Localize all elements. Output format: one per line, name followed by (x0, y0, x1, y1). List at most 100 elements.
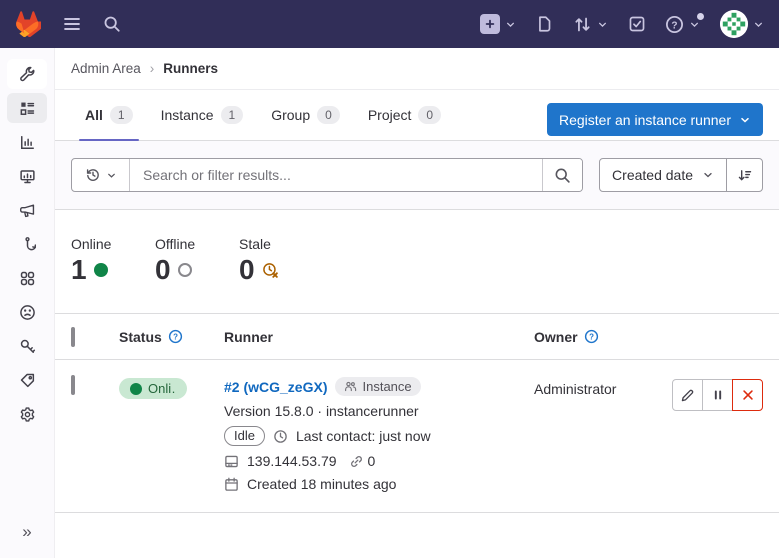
header-status: Status (119, 329, 162, 345)
sidebar-item-system-hooks[interactable] (7, 229, 47, 259)
sort-field-label: Created date (612, 167, 693, 183)
tab-instance[interactable]: Instance 1 (147, 90, 258, 140)
notification-dot (697, 13, 704, 20)
people-icon (344, 380, 357, 393)
sidebar-item-analytics[interactable] (7, 127, 47, 157)
search-icon (554, 167, 571, 184)
tab-count-badge: 0 (317, 106, 340, 124)
runner-type-label: Instance (362, 379, 411, 394)
delete-runner-button[interactable] (732, 379, 763, 411)
runner-table-row: Onli… #2 (wCG_zeGX) Instance Version 15 (55, 360, 779, 513)
chevron-down-icon (596, 18, 609, 31)
sort-direction-button[interactable] (726, 158, 763, 192)
chevron-down-icon (752, 18, 765, 31)
runner-type-badge: Instance (335, 377, 420, 396)
labels-icon (19, 372, 36, 389)
runner-type-tabs: All 1 Instance 1 Group 0 Project 0 Regis… (55, 90, 779, 141)
search-input[interactable] (130, 159, 542, 191)
filter-bar: Created date (55, 141, 779, 210)
search-icon[interactable] (103, 15, 121, 33)
sidebar-item-settings[interactable] (7, 399, 47, 429)
hook-icon (19, 236, 36, 253)
breadcrumb-admin-area[interactable]: Admin Area (71, 61, 141, 76)
sidebar-item-overview[interactable] (7, 93, 47, 123)
expand-sidebar-chevrons[interactable]: » (22, 522, 31, 542)
chevron-down-icon (739, 114, 751, 126)
issues-icon[interactable] (536, 15, 554, 33)
stat-stale: Stale 0 (239, 236, 295, 285)
stat-value: 1 (71, 255, 87, 285)
runners-table-header: Status ? Runner Owner ? (55, 313, 779, 360)
filtered-search (71, 158, 583, 192)
row-checkbox[interactable] (71, 375, 75, 395)
select-all-checkbox[interactable] (71, 327, 75, 347)
stat-label: Online (71, 236, 127, 252)
pause-icon (711, 388, 725, 402)
runner-created-text: Created 18 minutes ago (247, 476, 396, 492)
menu-icon[interactable] (62, 14, 82, 34)
tab-group[interactable]: Group 0 (257, 90, 354, 140)
admin-sidebar: » (0, 48, 55, 558)
host-icon (224, 454, 239, 469)
runner-owner: Administrator (534, 377, 664, 397)
runner-ip-address: 139.144.53.79 (247, 453, 337, 469)
owner-help-icon[interactable]: ? (584, 329, 599, 344)
register-instance-runner-button[interactable]: Register an instance runner (547, 103, 763, 136)
chevron-down-icon (504, 18, 517, 31)
tab-label: Project (368, 107, 412, 123)
search-submit-button[interactable] (542, 159, 582, 191)
pause-runner-button[interactable] (702, 379, 733, 411)
overview-icon (19, 100, 36, 117)
analytics-icon (19, 134, 36, 151)
linked-projects-count: 0 (368, 453, 376, 469)
sort-descending-icon (737, 168, 752, 183)
breadcrumb-current: Runners (163, 61, 218, 76)
wrench-icon (19, 66, 36, 83)
tab-label: Group (271, 107, 310, 123)
help-menu-button[interactable]: ? (665, 15, 701, 34)
user-menu-button[interactable] (720, 10, 765, 38)
key-icon (19, 338, 36, 355)
sidebar-item-labels[interactable] (7, 365, 47, 395)
new-menu-button[interactable] (480, 14, 517, 34)
offline-ring-icon (178, 263, 192, 277)
runner-name-link[interactable]: #2 (wCG_zeGX) (224, 379, 327, 395)
sidebar-item-monitoring[interactable] (7, 161, 47, 191)
sidebar-item-admin-overview[interactable] (7, 59, 47, 89)
sidebar-item-messages[interactable] (7, 195, 47, 225)
applications-icon (19, 270, 36, 287)
search-history-dropdown[interactable] (72, 159, 130, 191)
status-help-icon[interactable]: ? (168, 329, 183, 344)
sidebar-item-applications[interactable] (7, 263, 47, 293)
svg-text:?: ? (671, 20, 677, 31)
sidebar-item-abuse-reports[interactable] (7, 297, 47, 327)
sidebar-item-credentials[interactable] (7, 331, 47, 361)
stale-clock-icon (262, 262, 279, 279)
merge-requests-button[interactable] (573, 15, 609, 34)
stat-offline: Offline 0 (155, 236, 211, 285)
gitlab-logo[interactable] (14, 11, 41, 37)
online-dot-icon (130, 383, 142, 395)
sort-field-dropdown[interactable]: Created date (599, 158, 727, 192)
abuse-icon (19, 304, 36, 321)
help-icon: ? (665, 15, 684, 34)
tab-all[interactable]: All 1 (71, 90, 147, 140)
stat-value: 0 (155, 255, 171, 285)
tab-label: All (85, 107, 103, 123)
stat-label: Stale (239, 236, 295, 252)
todos-icon[interactable] (628, 15, 646, 33)
clock-icon (273, 429, 288, 444)
main-content: Admin Area › Runners All 1 Instance 1 Gr… (55, 48, 779, 558)
tab-project[interactable]: Project 0 (354, 90, 455, 140)
svg-text:?: ? (173, 333, 178, 342)
edit-runner-button[interactable] (672, 379, 703, 411)
svg-text:?: ? (589, 333, 594, 342)
sort-controls: Created date (599, 158, 763, 192)
tab-count-badge: 0 (418, 106, 441, 124)
chevron-down-icon (106, 170, 117, 181)
runner-actions (672, 379, 763, 411)
tab-label: Instance (161, 107, 214, 123)
breadcrumb-separator: › (150, 61, 155, 76)
chevron-down-icon (702, 169, 714, 181)
pencil-icon (680, 388, 695, 403)
